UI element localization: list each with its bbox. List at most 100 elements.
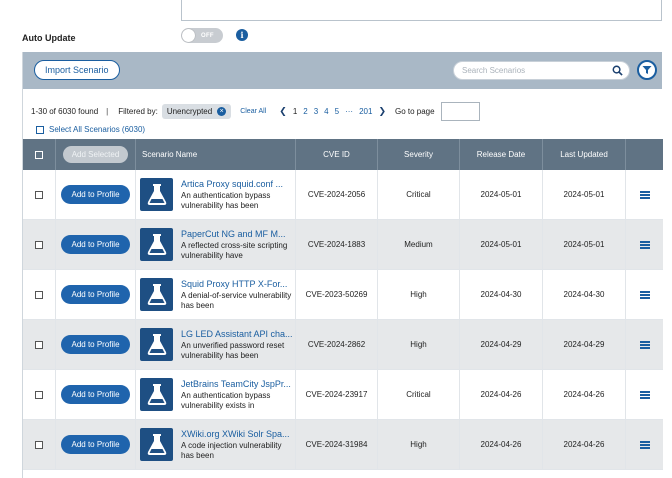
row-add-cell: Add to Profile [56,420,136,469]
scenario-description: A code injection vulnerability has been [181,440,282,460]
table-row: Add to Profile Squid Proxy HTTP X-For...… [23,270,663,320]
cve-id-link[interactable]: CVE-2024-1883 [296,220,378,269]
cve-id-link[interactable]: CVE-2024-2056 [296,170,378,219]
page-link[interactable]: 2 [303,107,307,116]
scenario-text: Squid Proxy HTTP X-For... A denial-of-se… [181,279,293,311]
severity-value: High [378,270,460,319]
search-input[interactable] [454,62,604,79]
column-header-actions [626,139,663,170]
severity-value: Critical [378,170,460,219]
row-checkbox[interactable] [35,240,43,249]
page-link[interactable]: 3 [314,107,318,116]
scenario-title-link[interactable]: Squid Proxy HTTP X-For... [181,279,293,289]
row-checkbox[interactable] [35,340,43,349]
row-checkbox-cell [23,320,56,369]
menu-icon[interactable] [639,340,650,349]
flask-icon [140,278,173,311]
cve-id-link[interactable]: CVE-2024-23917 [296,370,378,419]
scenario-text: Artica Proxy squid.conf ... An authentic… [181,179,293,211]
filter-button[interactable] [637,60,657,80]
add-to-profile-button[interactable]: Add to Profile [61,185,130,204]
row-menu-cell [626,220,663,269]
release-date-value: 2024-05-01 [460,170,543,219]
row-add-cell: Add to Profile [56,220,136,269]
flask-icon [140,378,173,411]
scenario-description: A reflected cross-site scripting vulnera… [181,240,288,260]
menu-icon[interactable] [639,440,650,449]
flask-icon [140,178,173,211]
scenario-cell: JetBrains TeamCity JspPr... An authentic… [136,370,296,419]
release-date-value: 2024-04-26 [460,370,543,419]
scenario-cell: LG LED Assistant API cha... An unverifie… [136,320,296,369]
row-checkbox-cell [23,370,56,419]
column-header-cve-id[interactable]: CVE ID [296,139,378,170]
flask-icon [140,228,173,261]
add-to-profile-button[interactable]: Add to Profile [61,285,130,304]
page-link[interactable]: 201 [359,107,372,116]
column-header-release-date[interactable]: Release Date [460,139,543,170]
last-updated-value: 2024-04-26 [543,370,626,419]
info-icon[interactable]: i [236,29,248,41]
menu-icon[interactable] [639,190,650,199]
scenario-title-link[interactable]: Artica Proxy squid.conf ... [181,179,293,189]
cve-id-link[interactable]: CVE-2024-31984 [296,420,378,469]
menu-icon[interactable] [639,290,650,299]
scenario-title-link[interactable]: LG LED Assistant API cha... [181,329,293,339]
release-date-value: 2024-04-29 [460,320,543,369]
row-menu-cell [626,270,663,319]
menu-icon[interactable] [639,390,650,399]
row-add-cell: Add to Profile [56,170,136,219]
menu-icon[interactable] [639,240,650,249]
remove-filter-icon[interactable]: × [217,106,227,116]
severity-value: High [378,420,460,469]
scenario-title-link[interactable]: XWiki.org XWiki Solr Spa... [181,429,293,439]
column-header-severity[interactable]: Severity [378,139,460,170]
page-link[interactable]: 4 [324,107,328,116]
prev-page-icon[interactable]: ❮ [279,106,287,117]
add-to-profile-button[interactable]: Add to Profile [61,235,130,254]
toggle-state-text: OFF [201,32,214,39]
header-checkbox[interactable] [35,150,43,159]
add-selected-button[interactable]: Add Selected [62,146,129,163]
scenario-title-link[interactable]: JetBrains TeamCity JspPr... [181,379,293,389]
separator: | [106,106,109,116]
cve-id-link[interactable]: CVE-2024-2862 [296,320,378,369]
column-header-last-updated[interactable]: Last Updated [543,139,626,170]
add-to-profile-button[interactable]: Add to Profile [61,385,130,404]
page-ellipsis: ··· [345,106,354,116]
column-header-scenario-name[interactable]: Scenario Name [136,139,296,170]
pagination: ❮ 1 2 3 4 5 ··· 201 ❯ [276,106,389,117]
select-all-label[interactable]: Select All Scenarios (6030) [49,125,145,134]
search-icon[interactable] [612,65,623,76]
row-checkbox[interactable] [35,440,43,449]
toggle-knob [182,29,195,42]
scenario-cell: Artica Proxy squid.conf ... An authentic… [136,170,296,219]
scenario-text: XWiki.org XWiki Solr Spa... A code injec… [181,429,293,461]
row-checkbox[interactable] [35,390,43,399]
next-page-icon[interactable]: ❯ [378,106,386,117]
add-to-profile-button[interactable]: Add to Profile [61,335,130,354]
page-link[interactable]: 5 [335,107,339,116]
select-all-scenarios[interactable]: Select All Scenarios (6030) [36,125,145,134]
import-scenario-button[interactable]: Import Scenario [34,60,120,80]
cve-id-link[interactable]: CVE-2023-50269 [296,270,378,319]
toolbar: Import Scenario [23,52,662,89]
row-checkbox[interactable] [35,290,43,299]
row-add-cell: Add to Profile [56,320,136,369]
go-to-page-input[interactable] [440,101,480,121]
description-input-box[interactable] [181,0,662,21]
add-to-profile-button[interactable]: Add to Profile [61,435,130,454]
row-checkbox[interactable] [35,190,43,199]
auto-update-toggle[interactable]: OFF [181,28,223,43]
row-menu-cell [626,320,663,369]
scenario-title-link[interactable]: PaperCut NG and MF M... [181,229,293,239]
auto-update-label: Auto Update [22,33,76,43]
select-all-checkbox[interactable] [36,125,44,134]
clear-all-link[interactable]: Clear All [240,108,266,115]
scenario-text: JetBrains TeamCity JspPr... An authentic… [181,379,293,411]
page-link[interactable]: 1 [293,107,297,116]
last-updated-value: 2024-04-26 [543,420,626,469]
table-row: Add to Profile JetBrains TeamCity JspPr.… [23,370,663,420]
scenario-description: A denial-of-service vulnerability has be… [181,290,292,310]
row-add-cell: Add to Profile [56,370,136,419]
